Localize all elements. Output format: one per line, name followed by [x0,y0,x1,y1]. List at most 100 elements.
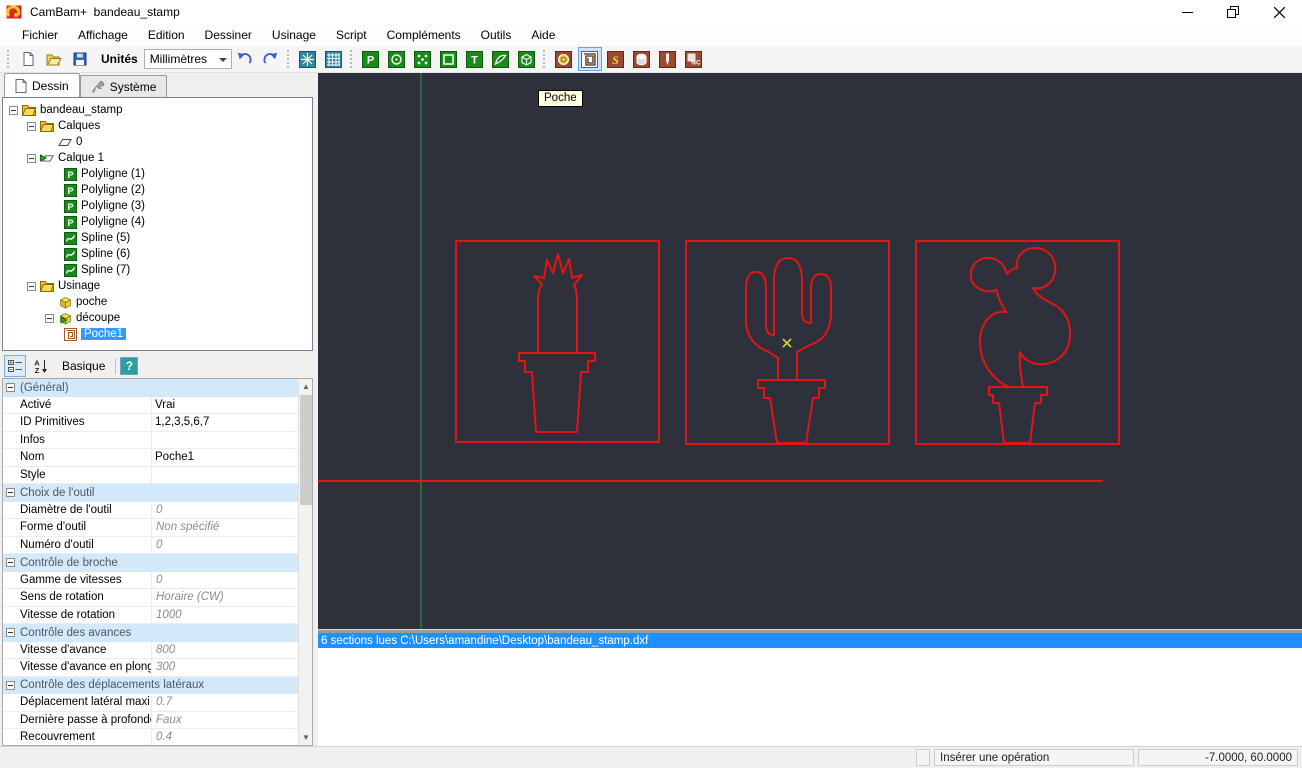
tree-item-polyligne-4[interactable]: P Polyligne (4) [3,214,312,230]
property-row-active[interactable]: Activé Vrai [3,396,299,414]
menu-edition[interactable]: Edition [138,26,195,44]
save-button[interactable] [68,47,92,71]
draw-text-button[interactable]: T [463,47,487,71]
collapse-toggle[interactable] [27,153,36,163]
menu-usinage[interactable]: Usinage [262,26,326,44]
property-row-style[interactable]: Style [3,466,299,484]
property-row-sens-rotation[interactable]: Sens de rotation Horaire (CW) [3,589,299,607]
property-row-forme-outil[interactable]: Forme d'outil Non spécifié [3,519,299,537]
mop-pocket-button[interactable] [577,47,602,71]
mop-drill-button[interactable] [552,47,576,71]
draw-polyhedron-button[interactable] [515,47,539,71]
scroll-thumb[interactable] [300,395,312,505]
undo-button[interactable] [233,47,257,71]
collapse-toggle[interactable] [27,121,36,131]
property-row-diametre-outil[interactable]: Diamètre de l'outil 0 [3,501,299,519]
collapse-toggle[interactable] [6,628,15,638]
drill-bit-icon [659,50,677,68]
section-controle-broche[interactable]: Contrôle de broche [3,554,299,572]
tree-item-layer-0[interactable]: 0 [3,134,312,150]
property-row-infos[interactable]: Infos [3,431,299,449]
toolbar-grip[interactable] [542,50,548,68]
cursor-coordinates: -7.0000, 60.0000 [1138,749,1298,766]
draw-surface-button[interactable] [489,47,513,71]
new-file-button[interactable] [16,47,40,71]
property-row-recouvrement[interactable]: Recouvrement 0.4 [3,729,299,745]
toggle-grid-button[interactable] [322,47,346,71]
alphabetical-sort-button[interactable]: AZ [30,355,52,377]
collapse-toggle[interactable] [6,680,15,690]
drawing-tree[interactable]: bandeau_stamp Calques 0 Calque 1 P Polyl… [2,97,313,351]
tree-item-calques[interactable]: Calques [3,118,312,134]
mop-engrave-button[interactable]: S [604,47,628,71]
scroll-down-arrow[interactable]: ▼ [299,730,312,745]
section-choix-outil[interactable]: Choix de l'outil [3,484,299,502]
tree-item-spline-6[interactable]: Spline (6) [3,246,312,262]
redo-button[interactable] [259,47,283,71]
help-button[interactable]: ? [120,356,139,375]
tab-dessin[interactable]: Dessin [4,73,80,97]
close-button[interactable] [1256,0,1302,24]
open-file-button[interactable] [42,47,66,71]
tree-item-bandeau-stamp[interactable]: bandeau_stamp [3,102,312,118]
scroll-up-arrow[interactable]: ▲ [299,379,312,394]
draw-polyline-button[interactable]: P [359,47,383,71]
tree-item-spline-7[interactable]: Spline (7) [3,262,312,278]
menu-script[interactable]: Script [326,26,377,44]
draw-points-button[interactable] [411,47,435,71]
property-row-numero-outil[interactable]: Numéro d'outil 0 [3,536,299,554]
tree-item-polyligne-1[interactable]: P Polyligne (1) [3,166,312,182]
machining-cube-icon [58,295,72,309]
minimize-button[interactable] [1164,0,1210,24]
mop-drill-bit-button[interactable] [656,47,680,71]
restore-button[interactable] [1210,0,1256,24]
menu-aide[interactable]: Aide [521,26,565,44]
menu-outils[interactable]: Outils [471,26,522,44]
toolbar-grip[interactable] [286,50,292,68]
property-row-gamme-vitesses[interactable]: Gamme de vitesses 0 [3,571,299,589]
property-row-vitesse-rotation[interactable]: Vitesse de rotation 1000 [3,606,299,624]
tree-item-poche-group[interactable]: poche [3,294,312,310]
tree-item-spline-5[interactable]: Spline (5) [3,230,312,246]
property-row-vitesse-plongee[interactable]: Vitesse d'avance en plong 300 [3,659,299,677]
section-deplacements-lateraux[interactable]: Contrôle des déplacements latéraux [3,676,299,694]
section-controle-avances[interactable]: Contrôle des avances [3,624,299,642]
drawing-cactus-pineapple[interactable] [455,240,660,443]
menu-affichage[interactable]: Affichage [68,26,138,44]
collapse-toggle[interactable] [27,281,36,291]
collapse-toggle[interactable] [6,488,15,498]
property-row-vitesse-avance[interactable]: Vitesse d'avance 800 [3,641,299,659]
categorized-view-button[interactable] [4,354,26,377]
collapse-toggle[interactable] [9,105,18,115]
collapse-toggle[interactable] [6,383,15,393]
tree-item-usinage[interactable]: Usinage [3,278,312,294]
mop-gcode-button[interactable]: NC [682,47,706,71]
mop-profile-button[interactable] [630,47,654,71]
collapse-toggle[interactable] [45,313,54,323]
tree-item-polyligne-2[interactable]: P Polyligne (2) [3,182,312,198]
draw-rectangle-button[interactable] [437,47,461,71]
tree-item-polyligne-3[interactable]: P Polyligne (3) [3,198,312,214]
tab-systeme[interactable]: Système [79,75,168,97]
menu-fichier[interactable]: Fichier [12,26,68,44]
property-row-derniere-passe[interactable]: Dernière passe à profonde Faux [3,711,299,729]
property-row-deplacement-lateral[interactable]: Déplacement latéral maxi 0.7 [3,694,299,712]
toggle-axis-button[interactable] [296,47,320,71]
toolbar-grip[interactable] [349,50,355,68]
menu-complements[interactable]: Compléments [377,26,471,44]
tree-item-decoupe-group[interactable]: découpe [3,310,312,326]
drawing-canvas[interactable]: Poche [318,73,1302,629]
tree-item-poche1[interactable]: Poche1 [3,326,312,342]
menu-dessiner[interactable]: Dessiner [195,26,262,44]
properties-scrollbar[interactable]: ▲ ▼ [298,379,312,745]
section-general[interactable]: (Général) [3,379,299,397]
drawing-cactus-prickly-pear[interactable] [915,240,1120,445]
collapse-toggle[interactable] [6,558,15,568]
units-select[interactable]: Millimètres [143,49,232,69]
property-row-id-primitives[interactable]: ID Primitives 1,2,3,5,6,7 [3,414,299,432]
draw-circle-button[interactable] [385,47,409,71]
property-row-nom[interactable]: Nom Poche1 [3,449,299,467]
tree-item-calque-1[interactable]: Calque 1 [3,150,312,166]
properties-view-label[interactable]: Basique [62,359,105,373]
toolbar-grip[interactable] [7,50,12,68]
